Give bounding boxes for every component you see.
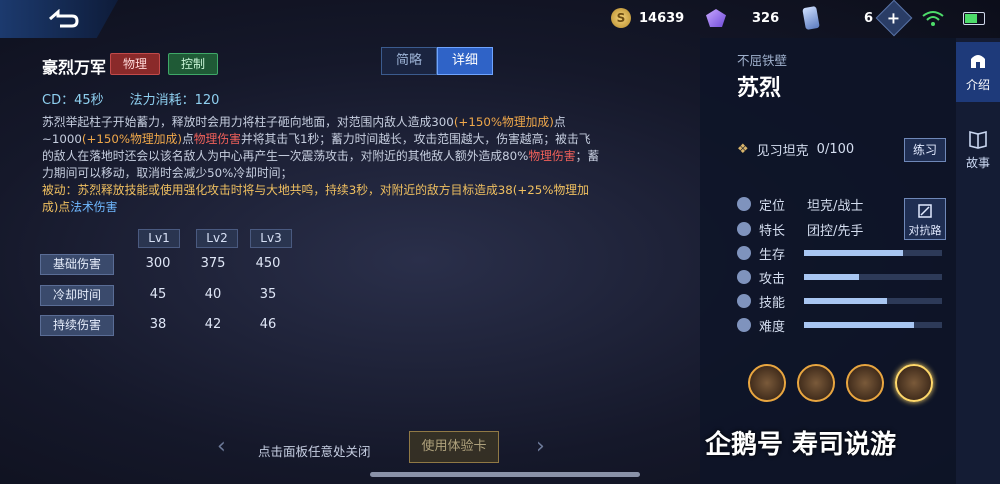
attack-icon bbox=[737, 270, 751, 284]
position-label: 定位 bbox=[759, 198, 786, 214]
table-cell: 375 bbox=[200, 256, 226, 271]
survival-icon bbox=[737, 246, 751, 260]
book-icon bbox=[969, 130, 987, 149]
description-segment: (+150%物理加成) bbox=[81, 132, 182, 146]
rating-label: 难度 bbox=[759, 319, 786, 335]
helmet-icon bbox=[971, 55, 985, 68]
level-header: Lv1 bbox=[138, 229, 180, 248]
table-cell: 38 bbox=[149, 317, 167, 332]
skill-name: 豪烈万军 bbox=[42, 58, 107, 77]
prev-skin-button[interactable]: ‹ bbox=[217, 434, 226, 459]
battery-icon bbox=[963, 12, 985, 25]
rating-row: 攻击 bbox=[737, 268, 786, 287]
view-tabs: 简略 详细 bbox=[381, 47, 493, 75]
card-count: 6 bbox=[864, 10, 874, 26]
counter-lane-label: 对抗路 bbox=[908, 224, 942, 237]
level-header: Lv3 bbox=[250, 229, 292, 248]
watermark: 企鹅号 寿司说游 bbox=[705, 430, 897, 460]
tag-control: 控制 bbox=[168, 53, 219, 75]
back-button[interactable] bbox=[0, 0, 118, 38]
counter-lane-button[interactable]: 对抗路 bbox=[904, 198, 946, 240]
rating-row: 生存 bbox=[737, 244, 786, 263]
skill-description: 苏烈举起柱子开始蓄力，释放时会用力将柱子砸向地面，对范围内敌人造成300(+15… bbox=[42, 114, 602, 216]
rating-row: 技能 bbox=[737, 292, 786, 311]
level-header: Lv2 bbox=[196, 229, 238, 248]
table-cell: 40 bbox=[204, 287, 222, 302]
scroll-indicator bbox=[370, 472, 640, 477]
skill-stats: CD：45秒 法力消耗：120 bbox=[42, 89, 219, 108]
row-label: 基础伤害 bbox=[40, 254, 114, 275]
rating-label: 生存 bbox=[759, 247, 786, 263]
next-skin-button[interactable]: › bbox=[536, 434, 545, 459]
tag-physical: 物理 bbox=[110, 53, 161, 75]
rank-icon: ❖ bbox=[737, 142, 749, 157]
wifi-icon bbox=[922, 10, 944, 30]
side-tabs: 介绍 故事 bbox=[956, 38, 1000, 484]
gem-count: 326 bbox=[752, 10, 780, 26]
table-cell: 42 bbox=[204, 317, 222, 332]
tab-detail[interactable]: 详细 bbox=[437, 47, 493, 75]
skill-1-button[interactable] bbox=[797, 364, 835, 402]
table-cell: 35 bbox=[259, 287, 277, 302]
specialty-icon bbox=[737, 222, 751, 236]
use-trial-card-button[interactable]: 使用体验卡 bbox=[409, 431, 499, 463]
table-cell: 450 bbox=[255, 256, 281, 271]
table-cell: 300 bbox=[145, 256, 171, 271]
specialty-row: 特长 团控/先手 bbox=[737, 220, 864, 239]
survival-bar bbox=[804, 250, 942, 256]
skill-3-button[interactable] bbox=[895, 364, 933, 402]
rating-label: 攻击 bbox=[759, 271, 786, 287]
attack-bar bbox=[804, 274, 942, 280]
hero-rank: ❖ 见习坦克 0/100 bbox=[737, 140, 854, 159]
row-label: 持续伤害 bbox=[40, 315, 114, 336]
specialty-label: 特长 bbox=[759, 223, 786, 239]
table-cell: 46 bbox=[259, 317, 277, 332]
description-segment: 法术伤害 bbox=[70, 200, 118, 214]
coin-icon: S bbox=[611, 8, 631, 28]
position-value: 坦克/战士 bbox=[807, 198, 864, 214]
tab-story[interactable]: 故事 bbox=[956, 120, 1000, 180]
difficulty-bar bbox=[804, 322, 942, 328]
close-hint: 点击面板任意处关闭 bbox=[258, 444, 371, 459]
rating-row: 难度 bbox=[737, 316, 786, 335]
cooldown-text: CD：45秒 bbox=[42, 93, 104, 108]
description-segment: 物理伤害 bbox=[528, 149, 576, 163]
rank-progress: 0/100 bbox=[816, 142, 855, 157]
skill-bar bbox=[804, 298, 942, 304]
hero-name: 苏烈 bbox=[737, 76, 782, 101]
specialty-value: 团控/先手 bbox=[807, 223, 864, 239]
coin-count: 14639 bbox=[639, 10, 685, 26]
tab-brief[interactable]: 简略 bbox=[381, 47, 437, 75]
gem-display: 326 bbox=[706, 8, 779, 28]
tab-intro[interactable]: 介绍 bbox=[956, 42, 1000, 102]
coin-display: S 14639 bbox=[611, 8, 684, 28]
difficulty-icon bbox=[737, 318, 751, 332]
card-display: 6 + bbox=[802, 0, 913, 37]
table-cell: 45 bbox=[149, 287, 167, 302]
hero-subtitle: 不屈铁壁 bbox=[737, 53, 788, 68]
card-icon bbox=[802, 5, 820, 31]
tab-intro-label: 介绍 bbox=[965, 78, 990, 92]
description-segment: (+150%物理加成) bbox=[453, 115, 554, 129]
skill-2-button[interactable] bbox=[846, 364, 884, 402]
practice-button[interactable]: 练习 bbox=[904, 138, 946, 162]
position-icon bbox=[737, 197, 751, 211]
skill-icon bbox=[737, 294, 751, 308]
position-row: 定位 坦克/战士 bbox=[737, 195, 864, 214]
add-currency-button[interactable]: + bbox=[875, 0, 913, 37]
description-segment: 苏烈举起柱子开始蓄力，释放时会用力将柱子砸向地面，对范围内敌人造成300 bbox=[42, 115, 454, 129]
rating-label: 技能 bbox=[759, 295, 786, 311]
lane-icon bbox=[918, 204, 932, 218]
gem-icon bbox=[706, 9, 726, 27]
row-label: 冷却时间 bbox=[40, 285, 114, 306]
description-segment: 物理伤害 bbox=[193, 132, 241, 146]
tab-story-label: 故事 bbox=[965, 156, 990, 170]
description-segment: 点 bbox=[181, 132, 194, 146]
back-arrow-icon bbox=[49, 9, 79, 28]
description-segment: 被动：苏烈释放技能或使用强化攻击时将与大地共鸣，持续3秒，对附近的敌方目标造成3… bbox=[42, 183, 589, 214]
mana-cost-text: 法力消耗：120 bbox=[129, 93, 220, 108]
rank-title: 见习坦克 bbox=[756, 144, 809, 159]
skill-passive-button[interactable] bbox=[748, 364, 786, 402]
